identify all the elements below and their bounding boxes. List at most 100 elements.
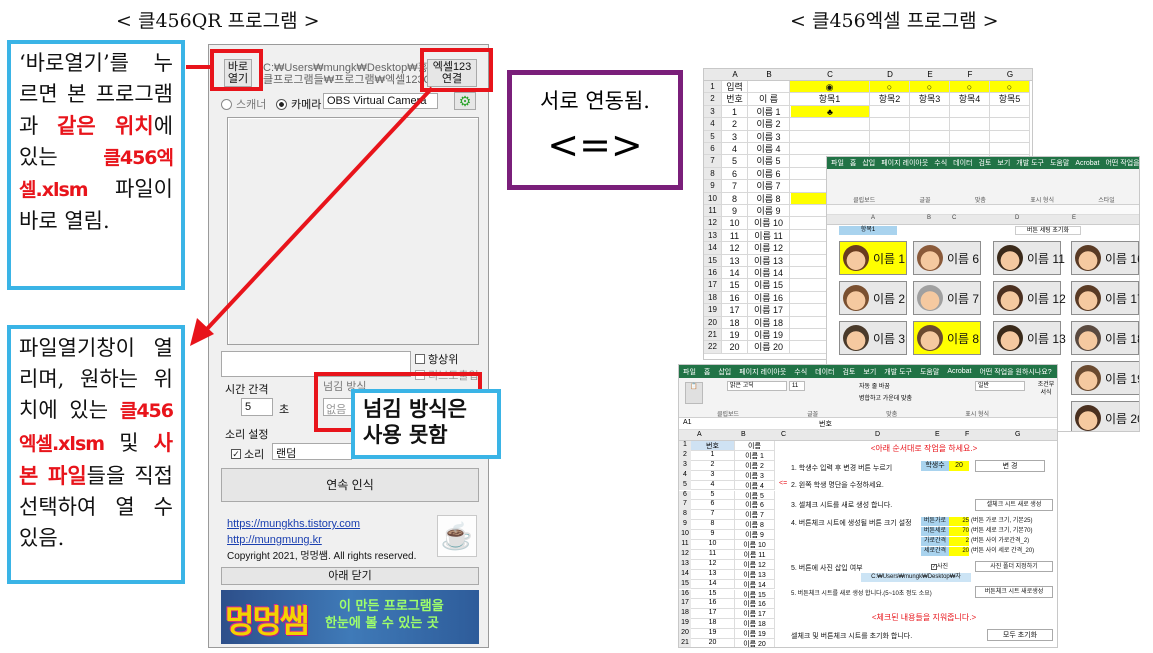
cell[interactable]: 17: [691, 609, 735, 620]
name-button[interactable]: 이름 12: [993, 281, 1066, 315]
name-button[interactable]: 이름 11: [993, 241, 1065, 275]
row-number[interactable]: 17: [704, 279, 722, 292]
cell[interactable]: 18: [691, 619, 735, 630]
cell[interactable]: 8: [691, 520, 735, 531]
row-number[interactable]: 8: [679, 510, 691, 521]
row-number[interactable]: 19: [704, 304, 722, 317]
cell[interactable]: 이름 17: [735, 609, 775, 620]
cell[interactable]: 13: [691, 569, 735, 580]
cell[interactable]: 8: [722, 192, 748, 205]
cell[interactable]: 2: [722, 118, 748, 131]
cell[interactable]: 이름 13: [735, 569, 775, 580]
cell[interactable]: 번호: [691, 441, 735, 451]
cell[interactable]: 이름 1: [748, 105, 790, 119]
row-number[interactable]: 12: [679, 549, 691, 560]
cell[interactable]: [870, 105, 910, 119]
row-number[interactable]: 5: [704, 130, 722, 143]
row-number[interactable]: 9: [704, 180, 722, 193]
cell[interactable]: 이름: [735, 441, 775, 451]
cell[interactable]: [990, 143, 1030, 156]
column-header-A[interactable]: A: [722, 70, 748, 79]
cell[interactable]: 20: [722, 341, 748, 354]
cell[interactable]: 이름 8: [735, 520, 775, 531]
cell[interactable]: 14: [722, 267, 748, 280]
cell[interactable]: 이름 13: [748, 254, 790, 267]
row-number[interactable]: 1: [679, 441, 691, 451]
ribbon-tab[interactable]: 검토: [842, 367, 855, 377]
cell[interactable]: [870, 143, 910, 156]
ribbon-tab[interactable]: 개발 도구: [884, 367, 912, 377]
change-button[interactable]: 변 경: [975, 460, 1045, 472]
cell[interactable]: 이름 2: [748, 118, 790, 131]
paste-icon[interactable]: 📋: [685, 382, 703, 404]
font-name-select[interactable]: 맑은 고딕: [727, 381, 787, 391]
cell[interactable]: 3: [722, 130, 748, 143]
cell[interactable]: 이름 2: [735, 460, 775, 471]
row-number[interactable]: 17: [679, 599, 691, 610]
row-number[interactable]: 10: [704, 192, 722, 205]
cell[interactable]: 이름 14: [735, 579, 775, 590]
row-number[interactable]: 16: [679, 589, 691, 600]
cell[interactable]: 번호: [722, 93, 748, 106]
cell[interactable]: 항목2: [870, 93, 910, 106]
ribbon-tab[interactable]: 페이지 레이아웃: [739, 367, 786, 377]
column-header-G[interactable]: G: [1015, 431, 1020, 438]
cell[interactable]: [910, 118, 950, 131]
formula-value[interactable]: 번호: [819, 419, 832, 429]
cell[interactable]: 이름 19: [735, 629, 775, 639]
cell[interactable]: 이름 15: [735, 589, 775, 600]
cell[interactable]: 10: [691, 540, 735, 550]
row-number[interactable]: 2: [704, 93, 722, 106]
cell[interactable]: 항목1: [790, 93, 870, 106]
cell-reference[interactable]: A1: [683, 419, 692, 426]
row-number[interactable]: 20: [679, 629, 691, 639]
ribbon-tab[interactable]: 수식: [794, 367, 807, 377]
cell[interactable]: [950, 118, 990, 131]
conditional-format-button[interactable]: 조건부 서식: [1035, 381, 1057, 405]
cell[interactable]: 4: [722, 143, 748, 156]
ribbon-tab[interactable]: 어떤 작업을 원하시나요?: [979, 367, 1051, 377]
column-header-C[interactable]: C: [790, 70, 870, 79]
row-number[interactable]: 19: [679, 619, 691, 630]
item-radio[interactable]: ○: [910, 81, 950, 94]
row-number[interactable]: 21: [679, 639, 691, 647]
cell[interactable]: 15: [691, 589, 735, 600]
merge-center-button[interactable]: 병합하고 가운데 맞춤: [859, 393, 912, 402]
column-header-F[interactable]: F: [950, 70, 990, 79]
cell[interactable]: 1: [722, 105, 748, 119]
cell[interactable]: 이름 10: [735, 540, 775, 550]
cell[interactable]: 16: [722, 291, 748, 305]
item-radio[interactable]: ○: [990, 81, 1030, 94]
setting-value[interactable]: 20: [949, 547, 969, 556]
setting-value[interactable]: 2: [949, 537, 969, 546]
cell[interactable]: 17: [722, 304, 748, 317]
reset-all-button[interactable]: 모두 초기화: [987, 629, 1053, 641]
cell[interactable]: 이름 19: [748, 329, 790, 342]
cell[interactable]: 이름 16: [748, 291, 790, 305]
setting-value[interactable]: 70: [949, 527, 969, 536]
cell[interactable]: 이름 15: [748, 279, 790, 292]
setting-value[interactable]: 25: [949, 517, 969, 526]
cell[interactable]: 19: [691, 629, 735, 639]
cell[interactable]: 이름 10: [748, 217, 790, 230]
cell[interactable]: 12: [691, 559, 735, 570]
cell[interactable]: 4: [691, 480, 735, 491]
name-button[interactable]: 이름 19: [1071, 361, 1139, 395]
row-number[interactable]: 7: [679, 500, 691, 511]
row-number[interactable]: 7: [704, 155, 722, 168]
photo-checkbox[interactable]: ✓사진: [931, 561, 948, 570]
cell[interactable]: [910, 143, 950, 156]
cell[interactable]: 5: [691, 490, 735, 501]
cell[interactable]: [790, 130, 870, 143]
cell[interactable]: 이름 11: [748, 229, 790, 243]
create-buttoncheck-button[interactable]: 버튼체크 시트 새로생성: [975, 586, 1053, 598]
cell[interactable]: 이름 14: [748, 267, 790, 280]
cell[interactable]: 이름 20: [748, 341, 790, 354]
row-number[interactable]: 11: [679, 540, 691, 550]
name-button[interactable]: 이름 17: [1071, 281, 1139, 315]
number-format-select[interactable]: 일반: [975, 381, 1025, 391]
cell[interactable]: 이름 18: [735, 619, 775, 630]
column-header-D[interactable]: D: [875, 431, 880, 438]
row-number[interactable]: 15: [704, 254, 722, 267]
cell[interactable]: 이름 5: [735, 490, 775, 501]
